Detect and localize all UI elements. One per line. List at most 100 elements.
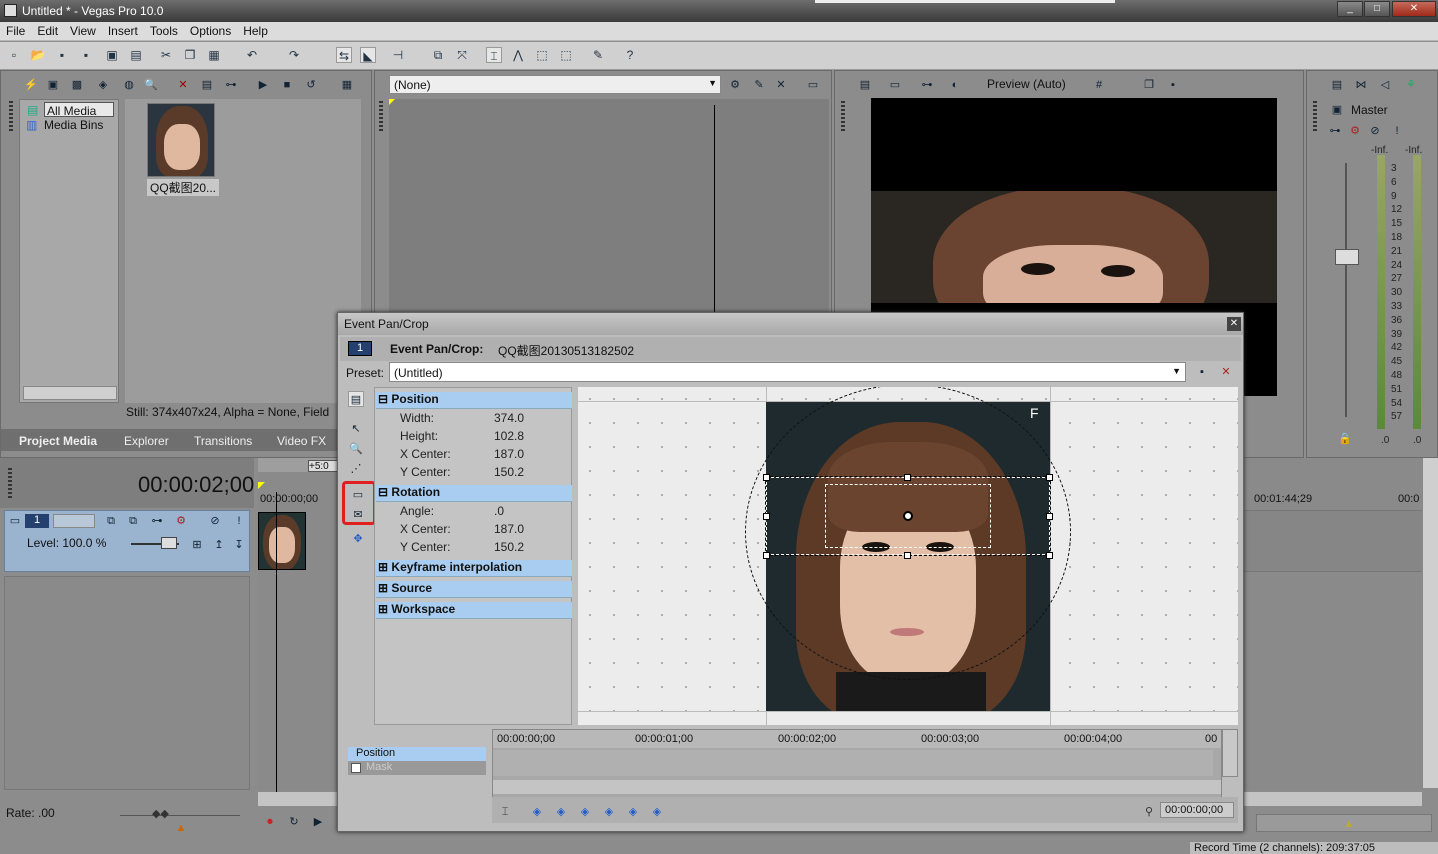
compositing-icon[interactable]: ⊶ — [149, 513, 165, 529]
center-point[interactable] — [903, 511, 913, 521]
play-from-start-icon[interactable]: ▶ — [310, 814, 326, 830]
cut-icon[interactable]: ✂ — [158, 47, 174, 63]
preset-dropdown[interactable]: (Untitled) ▼ — [389, 362, 1186, 382]
lock-icon[interactable]: 🔒 — [1337, 431, 1353, 447]
track-minimize-icon[interactable]: ▭ — [7, 513, 23, 529]
timeline-tracks[interactable]: +5:0 00:00:00;00 — [258, 458, 338, 792]
extract-audio-icon[interactable]: ◈ — [95, 77, 111, 93]
menu-options[interactable]: Options — [184, 22, 237, 40]
delete-keyframe-icon[interactable]: ◈ — [626, 805, 640, 819]
rate-slider-icon[interactable]: ◆◆ — [152, 806, 169, 822]
mixer-mute-icon[interactable]: ⊘ — [1367, 123, 1383, 139]
trimmer-options-icon[interactable]: ⚙ — [727, 77, 743, 93]
horizontal-scrollbar[interactable] — [258, 792, 338, 806]
save-snapshot-icon[interactable]: ▪ — [1165, 77, 1181, 93]
delete-preset-icon[interactable]: ✕ — [1218, 364, 1234, 380]
stop-icon[interactable]: ■ — [279, 77, 295, 93]
first-keyframe-icon[interactable]: ◈ — [530, 805, 544, 819]
pan-crop-workspace[interactable]: F — [578, 387, 1238, 725]
zoom-edit-icon[interactable]: 🔍 — [348, 441, 364, 457]
save-icon[interactable]: ▪ — [54, 47, 70, 63]
video-fx-icon[interactable]: ⊶ — [919, 77, 935, 93]
crop-handle[interactable] — [904, 552, 911, 559]
enable-snapping-icon[interactable]: ⋰ — [348, 461, 364, 477]
menu-edit[interactable]: Edit — [31, 22, 64, 40]
tab-explorer[interactable]: Explorer — [124, 434, 169, 448]
tree-scrollbar[interactable] — [23, 386, 117, 400]
trimmer-edit-icon[interactable]: ✎ — [751, 77, 767, 93]
mixer-insert-icon[interactable]: ⊶ — [1327, 123, 1343, 139]
crop-handle[interactable] — [904, 474, 911, 481]
trimmer-grip[interactable] — [379, 101, 383, 131]
copy-snapshot-icon[interactable]: ❐ — [1141, 77, 1157, 93]
tab-transitions[interactable]: Transitions — [194, 434, 252, 448]
prop-value[interactable]: 102.8 — [494, 429, 524, 443]
auto-ripple-icon[interactable]: ⇆ — [336, 47, 352, 63]
group-rotation-header[interactable]: ⊟ Rotation — [376, 485, 572, 502]
group-position-header[interactable]: ⊟ Position — [376, 392, 572, 409]
close-button[interactable]: ✕ — [1392, 1, 1436, 17]
properties-icon[interactable]: ▤ — [128, 47, 144, 63]
menu-insert[interactable]: Insert — [102, 22, 144, 40]
composite-mode-icon[interactable]: ⊞ — [189, 537, 205, 553]
snapping-icon[interactable]: ⊣ — [390, 47, 406, 63]
keyframe-vscroll[interactable] — [1222, 729, 1238, 777]
save-preset-icon[interactable]: ▪ — [1194, 364, 1210, 380]
mixer-properties-icon[interactable]: ▤ — [1329, 77, 1345, 93]
media-thumbnail[interactable] — [147, 103, 215, 177]
selection-tool-icon[interactable]: ⬚ — [534, 47, 550, 63]
tab-project-media[interactable]: Project Media — [19, 434, 97, 448]
vertical-scrollbar[interactable] — [1422, 458, 1438, 788]
redo-icon[interactable]: ↷ — [286, 47, 302, 63]
trimmer-monitor-icon[interactable]: ▭ — [805, 77, 821, 93]
dialog-close-button[interactable]: ✕ — [1227, 317, 1241, 331]
open-icon[interactable]: 📂 — [30, 47, 46, 63]
trimmer-area[interactable] — [389, 99, 829, 313]
mixer-fx-icon[interactable]: ⚘ — [1403, 77, 1419, 93]
lock-aspect-icon[interactable]: ✉ — [350, 507, 366, 523]
preview-properties-icon[interactable]: ▤ — [857, 77, 873, 93]
trimmer-dropdown[interactable]: (None) ▼ — [389, 75, 721, 94]
downmix-icon[interactable]: ⋈ — [1353, 77, 1369, 93]
keyframe-track-mask[interactable]: Mask — [348, 761, 486, 775]
save-as-icon[interactable]: ▪ — [78, 47, 94, 63]
track-fx-icon[interactable]: ⧉ — [125, 513, 141, 529]
crop-handle[interactable] — [763, 474, 770, 481]
new-icon[interactable]: ▫ — [6, 47, 22, 63]
track-name-field[interactable] — [53, 514, 95, 528]
get-photo-icon[interactable]: ▩ — [69, 77, 85, 93]
loop-icon[interactable]: ↻ — [286, 814, 302, 830]
menu-file[interactable]: File — [0, 22, 31, 40]
menu-help[interactable]: Help — [237, 22, 274, 40]
track-settings-icon[interactable]: ⚙ — [173, 513, 189, 529]
tree-item-all-media[interactable]: ▤ All Media — [27, 102, 114, 118]
crossfade-icon[interactable]: ⤧ — [454, 47, 470, 63]
group-workspace[interactable]: ⊞ Workspace — [376, 602, 572, 619]
search-icon[interactable]: 🔍 — [143, 77, 159, 93]
sync-cursor-icon[interactable]: ⌶ — [498, 805, 512, 819]
settings-icon[interactable]: ✎ — [590, 47, 606, 63]
group-keyframe-interpolation[interactable]: ⊞ Keyframe interpolation — [376, 560, 572, 577]
preview-quality[interactable]: Preview (Auto) — [987, 77, 1066, 91]
last-keyframe-icon[interactable]: ◈ — [650, 805, 664, 819]
help-icon[interactable]: ? — [622, 47, 638, 63]
render-icon[interactable]: ▣ — [104, 47, 120, 63]
prop-value[interactable]: 150.2 — [494, 465, 524, 479]
track-motion-icon[interactable]: ⧉ — [103, 513, 119, 529]
make-parent-icon[interactable]: ↥ — [211, 537, 227, 553]
zoom-tool-icon[interactable]: ⬚ — [558, 47, 574, 63]
paste-icon[interactable]: ▦ — [206, 47, 222, 63]
tree-item-media-bins[interactable]: Media Bins — [44, 118, 103, 132]
prop-rotation-x-center[interactable]: X Center: 187.0 — [376, 520, 572, 538]
external-monitor-icon[interactable]: ▭ — [887, 77, 903, 93]
move-freely-icon[interactable]: ▭ — [350, 487, 366, 503]
cursor-time[interactable]: 00:00:00;00 — [1160, 802, 1234, 818]
overlays-icon[interactable]: # — [1091, 77, 1107, 93]
prop-rotation-y-center[interactable]: Y Center: 150.2 — [376, 538, 572, 556]
crop-handle[interactable] — [1046, 513, 1053, 520]
keyframe-track-position[interactable]: Position — [348, 747, 486, 761]
normal-edit-icon[interactable]: ↖ — [348, 421, 364, 437]
add-keyframe-icon[interactable]: ◈ — [578, 805, 592, 819]
remove-icon[interactable]: ✕ — [175, 77, 191, 93]
copy-icon[interactable]: ❐ — [182, 47, 198, 63]
